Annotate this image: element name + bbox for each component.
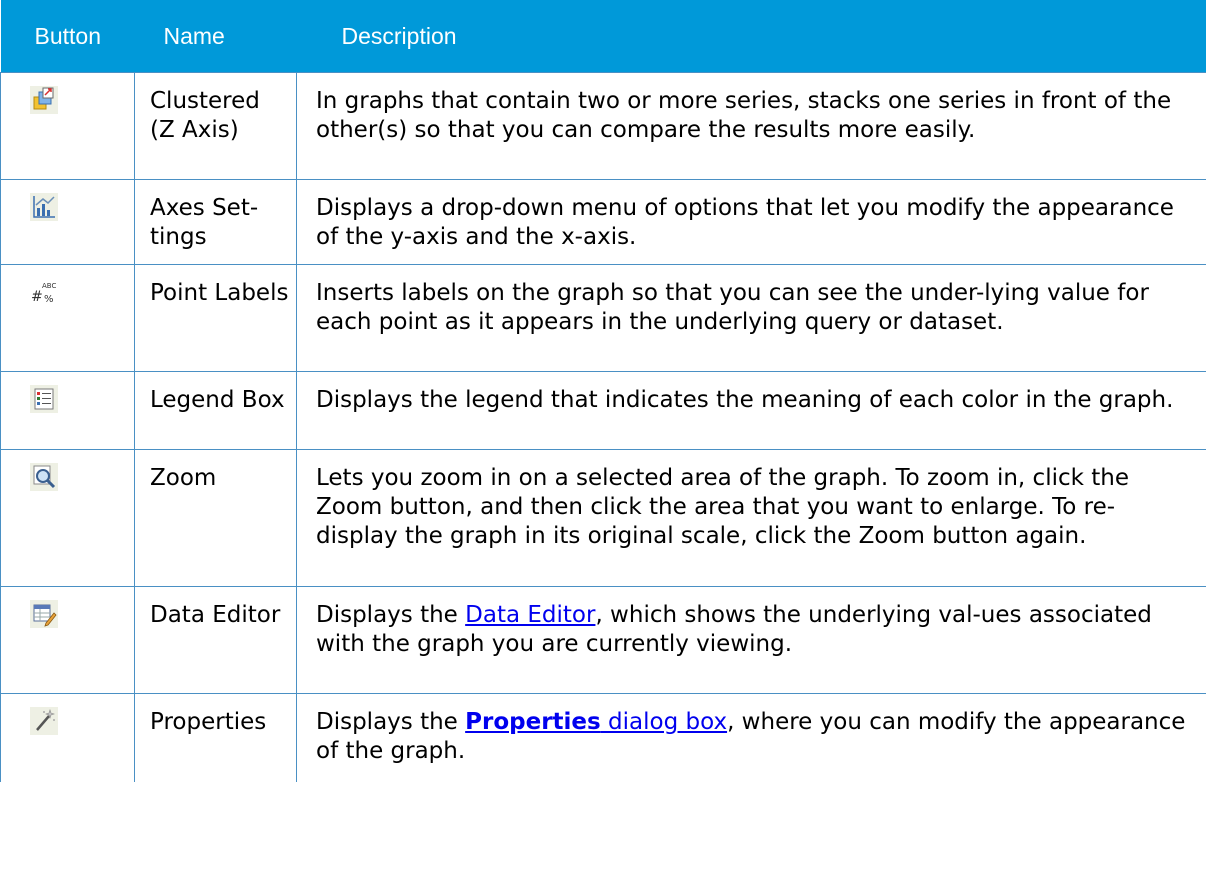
data-editor-link[interactable]: Data Editor [465,602,595,628]
zoom-icon [30,463,58,491]
toolbar-buttons-table: Button Name Description Clustered (Z Axi… [0,0,1206,782]
row-description: Inserts labels on the graph so that you … [296,264,1206,372]
legend-box-icon [30,385,58,413]
row-description: Displays the Properties dialog box, wher… [296,693,1206,782]
header-name: Name [134,0,297,73]
header-button: Button [0,0,135,73]
table-row: Axes Set-tings Displays a drop-down menu… [0,179,1206,265]
svg-text:#: # [31,289,43,305]
table-row: Zoom Lets you zoom in on a selected area… [0,449,1206,587]
row-description: Displays the Data Editor, which shows th… [296,586,1206,694]
table-row: Legend Box Displays the legend that indi… [0,371,1206,450]
properties-icon [30,707,58,735]
row-name: Legend Box [134,371,297,450]
table-row: ABC # % Point Labels Inserts labels on t… [0,264,1206,372]
table-row: Data Editor Displays the Data Editor, wh… [0,586,1206,694]
row-name: Zoom [134,449,297,587]
button-cell [0,72,135,180]
button-cell [0,371,135,450]
row-name: Clustered (Z Axis) [134,72,297,180]
table-row: Properties Displays the Properties dialo… [0,693,1206,782]
button-cell: ABC # % [0,264,135,372]
row-name: Properties [134,693,297,782]
row-description: Lets you zoom in on a selected area of t… [296,449,1206,587]
button-cell [0,179,135,265]
button-cell [0,449,135,587]
row-name: Data Editor [134,586,297,694]
table-row: Clustered (Z Axis) In graphs that contai… [0,72,1206,180]
button-cell [0,693,135,782]
svg-text:ABC: ABC [42,282,56,290]
header-description: Description [296,0,1206,73]
row-name: Axes Set-tings [134,179,297,265]
data-editor-icon [30,600,58,628]
row-name: Point Labels [134,264,297,372]
properties-link-bold: Properties [465,709,601,735]
clustered-z-axis-icon [30,86,58,114]
properties-link-text: dialog box [600,709,728,735]
row-description: In graphs that contain two or more serie… [296,72,1206,180]
description-text: Displays the [316,602,466,628]
row-description: Displays a drop-down menu of options tha… [296,179,1206,265]
svg-text:%: % [44,294,54,305]
point-labels-icon: ABC # % [30,278,58,306]
table-header-row: Button Name Description [0,0,1206,73]
axes-settings-icon [30,193,58,221]
row-description: Displays the legend that indicates the m… [296,371,1206,450]
button-cell [0,586,135,694]
properties-dialog-link[interactable]: Properties dialog box [465,709,727,735]
description-text: Displays the [316,709,466,735]
